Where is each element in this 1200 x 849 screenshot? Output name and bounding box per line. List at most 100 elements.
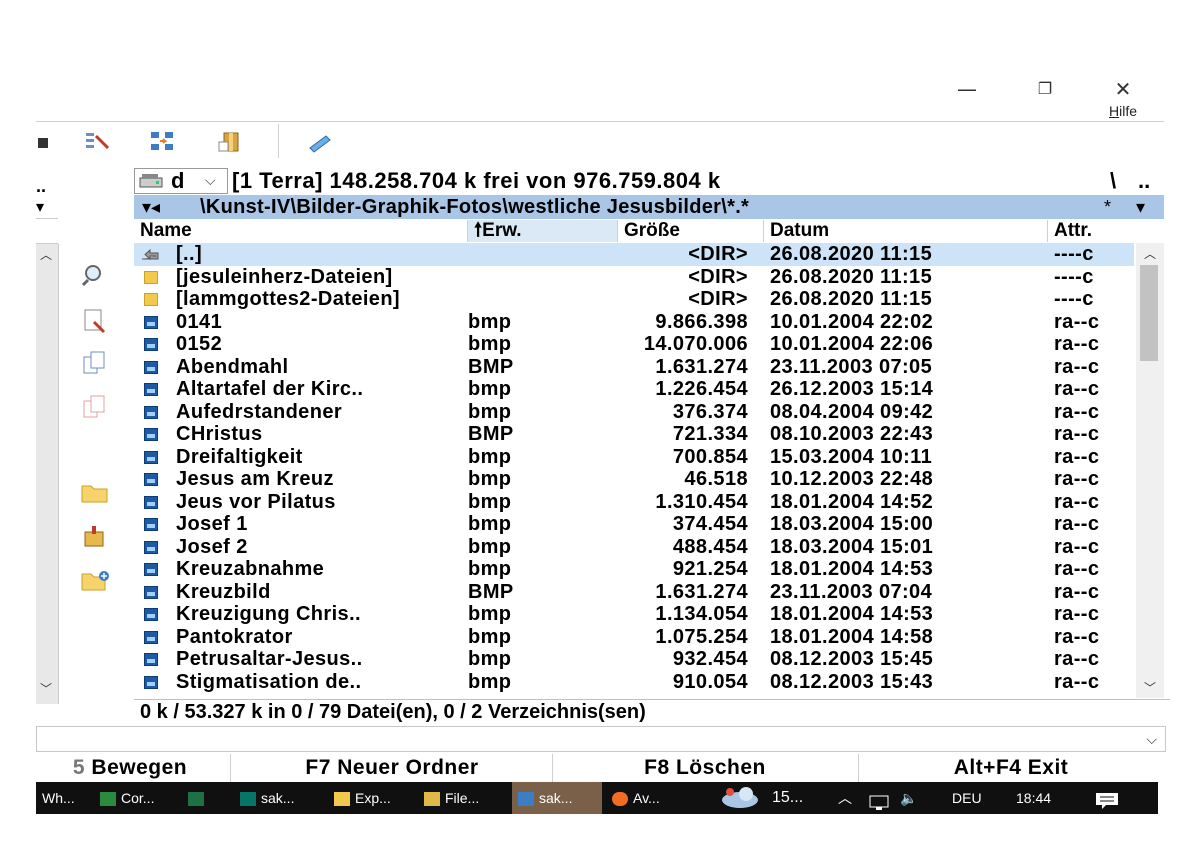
file-row[interactable]: Kreuzabnahme bmp 921.254 18.01.2004 14:53 ra… [134, 558, 1134, 581]
new-folder-icon[interactable] [80, 568, 110, 594]
file-size: 1.075.254 [655, 625, 748, 648]
taskbar-item-avast[interactable]: Av... [606, 782, 696, 814]
multi-rename-icon[interactable] [84, 130, 110, 154]
file-attr: ra--c [1054, 625, 1100, 648]
file-row[interactable]: Petrusaltar-Jesus.. bmp 932.454 08.12.2003 … [134, 648, 1134, 671]
file-row[interactable]: Josef 1 bmp 374.454 18.03.2004 15:00 ra--c [134, 513, 1134, 536]
file-attr: ra--c [1054, 603, 1100, 625]
file-row[interactable]: Aufedrstandener bmp 376.374 08.04.2004 09:4… [134, 401, 1134, 424]
file-row[interactable]: Jeus vor Pilatus bmp 1.310.454 18.01.2004 1… [134, 491, 1134, 514]
close-button[interactable]: ✕ [1106, 74, 1140, 104]
pack-icon[interactable] [80, 524, 110, 550]
pack-files-icon[interactable] [218, 130, 244, 154]
command-line-input[interactable]: ⌵ [36, 726, 1166, 752]
column-date[interactable]: Datum [764, 220, 1048, 242]
toolbar-icon-partial[interactable] [36, 130, 50, 154]
weather-temp[interactable]: 15... [772, 782, 803, 814]
bitmap-file-icon [144, 563, 158, 576]
file-row[interactable]: CHristus BMP 721.334 08.10.2003 22:43 ra--c [134, 423, 1134, 446]
f8-delete-button[interactable]: F8 Löschen [552, 754, 859, 782]
restore-button[interactable]: ❐ [1028, 74, 1062, 104]
taskbar-item-image-viewer[interactable]: sak... [512, 782, 602, 814]
taskbar-item-file-manager[interactable]: File... [418, 782, 510, 814]
scroll-thumb[interactable] [1140, 265, 1158, 361]
file-row[interactable]: Kreuzigung Chris.. bmp 1.134.054 18.01.2004… [134, 603, 1134, 626]
function-key-bar: 5 Bewegen F7 Neuer Ordner F8 Löschen Alt… [36, 754, 1164, 782]
file-row[interactable]: Stigmatisation de.. bmp 910.054 08.12.2003 … [134, 671, 1134, 694]
network-icon[interactable] [868, 790, 890, 822]
image-viewer-icon [518, 792, 534, 807]
minimize-button[interactable]: — [950, 74, 984, 104]
file-row[interactable]: Kreuzbild BMP 1.631.274 23.11.2003 07:04 ra-… [134, 581, 1134, 604]
taskbar-item-label: sak... [539, 790, 573, 806]
file-size: 932.454 [672, 648, 748, 670]
taskbar-item-publisher[interactable]: sak... [234, 782, 326, 814]
taskbar-item-excel[interactable] [182, 782, 230, 814]
f6-move-button[interactable]: 5 Bewegen [30, 754, 231, 782]
view-file-icon[interactable] [80, 308, 110, 334]
file-row[interactable]: Altartafel der Kirc.. bmp 1.226.454 26.12.2… [134, 378, 1134, 401]
column-size[interactable]: Größe [618, 220, 764, 242]
parent-button[interactable]: .. [1138, 168, 1150, 194]
file-name: 0141 [176, 310, 223, 333]
file-attr: ra--c [1054, 445, 1100, 468]
weather-cloud-icon[interactable] [718, 782, 760, 825]
file-ext: bmp [468, 333, 512, 355]
drive-select[interactable]: d ⌵ [134, 168, 228, 194]
favorites-star-icon[interactable]: * [1104, 195, 1111, 219]
chevron-down-icon[interactable]: ⌵ [205, 167, 216, 193]
tray-expand-icon[interactable]: ︿ [838, 782, 852, 814]
file-size: 46.518 [684, 468, 748, 490]
exit-button[interactable]: Alt+F4 Exit [858, 754, 1164, 782]
left-panel-dropdown-icon[interactable]: ▾ [36, 197, 44, 217]
file-list[interactable]: [..] <DIR> 26.08.2020 11:15 ----c [jesuleinh… [134, 243, 1134, 698]
menu-help[interactable]: Hilfe [1109, 103, 1137, 119]
scroll-down-icon[interactable]: ﹀ [1144, 679, 1156, 696]
file-row[interactable]: 0152 bmp 14.070.006 10.01.2004 22:06 ra--c [134, 333, 1134, 356]
file-row[interactable]: 0141 bmp 9.866.398 10.01.2004 22:02 ra--c [134, 311, 1134, 334]
avast-icon [612, 792, 628, 807]
notification-icon[interactable] [1094, 789, 1120, 821]
root-button[interactable]: \ [1110, 168, 1116, 194]
column-ext[interactable]: 🠕Erw. [468, 220, 618, 242]
chevron-down-icon[interactable]: ⌵ [1146, 727, 1157, 751]
history-arrows-icon[interactable]: ▾◂ [142, 195, 160, 219]
file-attr: ra--c [1054, 513, 1100, 535]
move-icon[interactable] [80, 394, 110, 420]
f7-new-folder-button[interactable]: F7 Neuer Ordner [232, 754, 553, 782]
file-row[interactable]: Pantokrator bmp 1.075.254 18.01.2004 14:58 r… [134, 626, 1134, 649]
scroll-down-icon[interactable]: ﹀ [40, 680, 52, 697]
file-size: 374.454 [672, 513, 748, 535]
find-files-icon[interactable] [80, 262, 110, 288]
file-size: 14.070.006 [643, 333, 748, 355]
file-date: 18.01.2004 14:53 [770, 558, 934, 580]
copy-icon[interactable] [80, 350, 110, 376]
taskbar-item-explorer[interactable]: Exp... [328, 782, 414, 814]
file-row[interactable]: Dreifaltigkeit bmp 700.854 15.03.2004 10:11… [134, 446, 1134, 469]
file-name: Kreuzabnahme [176, 558, 325, 580]
file-row[interactable]: Jesus am Kreuz bmp 46.518 10.12.2003 22:48 r… [134, 468, 1134, 491]
taskbar-item-whatsapp[interactable]: Wh... [36, 782, 92, 814]
scroll-up-icon[interactable]: ︿ [40, 246, 52, 263]
scroll-up-icon[interactable]: ︿ [1144, 245, 1156, 262]
file-list-scrollbar[interactable]: ︿ ﹀ [1136, 243, 1164, 698]
bitmap-file-icon [144, 653, 158, 666]
column-attr[interactable]: Attr. [1048, 220, 1134, 242]
f6-label: Bewegen [91, 756, 188, 779]
left-panel-scrollbar[interactable]: ︿ ﹀ [36, 244, 59, 704]
path-dropdown-icon[interactable]: ▾ [1136, 195, 1145, 219]
language-indicator[interactable]: DEU [952, 782, 982, 814]
file-row[interactable]: Abendmahl BMP 1.631.274 23.11.2003 07:05 ra-… [134, 356, 1134, 379]
file-row[interactable]: [..] <DIR> 26.08.2020 11:15 ----c [134, 243, 1134, 266]
notepad-icon[interactable] [306, 130, 332, 154]
file-row[interactable]: [jesuleinherz-Dateien] <DIR> 26.08.2020 11… [134, 266, 1134, 289]
folder-icon[interactable] [80, 480, 110, 506]
file-row[interactable]: Josef 2 bmp 488.454 18.03.2004 15:01 ra--c [134, 536, 1134, 559]
column-name[interactable]: Name [134, 220, 468, 242]
file-row[interactable]: [lammgottes2-Dateien] <DIR> 26.08.2020 11:… [134, 288, 1134, 311]
volume-icon[interactable]: 🔈 [900, 782, 917, 814]
clock[interactable]: 18:44 [1016, 782, 1051, 814]
path-bar[interactable]: ▾◂ \Kunst-IV\Bilder-Graphik-Fotos\westli… [134, 195, 1164, 219]
sync-dirs-icon[interactable] [150, 130, 176, 154]
taskbar-item-coreldraw[interactable]: Cor... [94, 782, 180, 814]
